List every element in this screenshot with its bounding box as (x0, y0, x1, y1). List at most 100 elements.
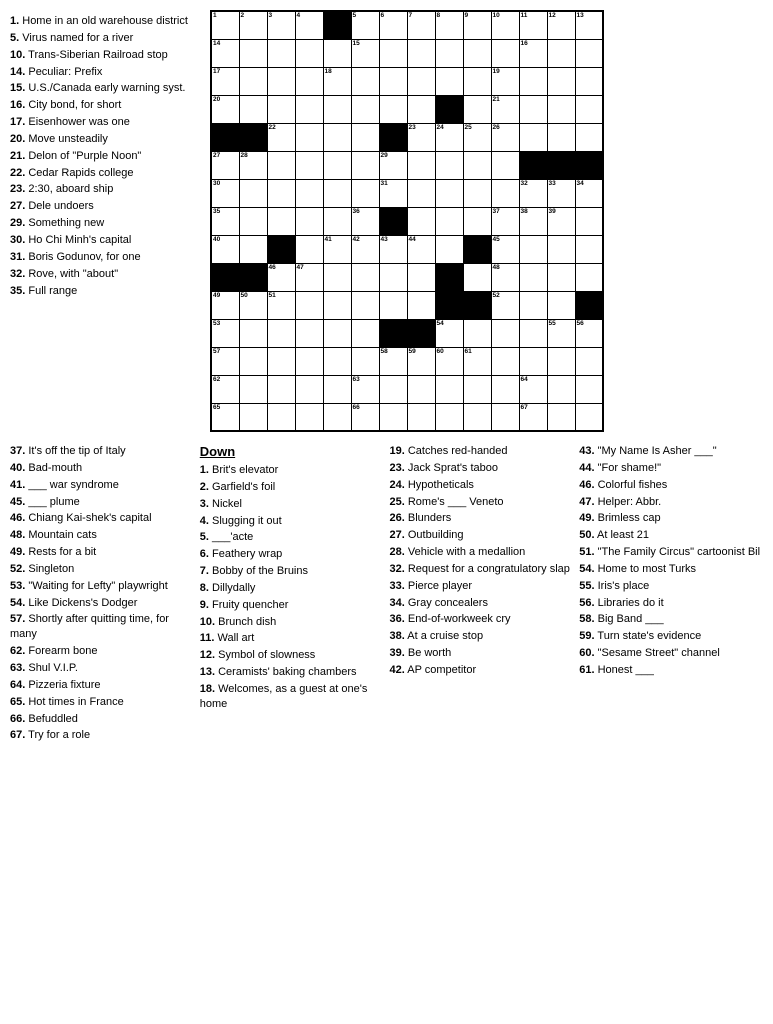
cell-14-7[interactable] (407, 403, 435, 431)
cell-2-5[interactable] (351, 67, 379, 95)
cell-3-10[interactable]: 21 (491, 95, 519, 123)
cell-10-9[interactable] (463, 291, 491, 319)
cell-9-0[interactable] (211, 263, 239, 291)
cell-1-5[interactable]: 15 (351, 39, 379, 67)
cell-8-10[interactable]: 45 (491, 235, 519, 263)
cell-4-4[interactable] (323, 123, 351, 151)
cell-9-9[interactable] (463, 263, 491, 291)
cell-12-12[interactable] (547, 347, 575, 375)
cell-11-2[interactable] (267, 319, 295, 347)
cell-4-3[interactable] (295, 123, 323, 151)
cell-6-11[interactable]: 32 (519, 179, 547, 207)
cell-12-9[interactable]: 61 (463, 347, 491, 375)
cell-2-8[interactable] (435, 67, 463, 95)
cell-8-4[interactable]: 41 (323, 235, 351, 263)
cell-8-6[interactable]: 43 (379, 235, 407, 263)
cell-0-4[interactable] (323, 11, 351, 39)
cell-7-8[interactable] (435, 207, 463, 235)
cell-1-9[interactable] (463, 39, 491, 67)
cell-14-3[interactable] (295, 403, 323, 431)
cell-9-5[interactable] (351, 263, 379, 291)
cell-8-7[interactable]: 44 (407, 235, 435, 263)
cell-13-10[interactable] (491, 375, 519, 403)
cell-0-11[interactable]: 11 (519, 11, 547, 39)
cell-3-7[interactable] (407, 95, 435, 123)
cell-10-13[interactable] (575, 291, 603, 319)
cell-5-4[interactable] (323, 151, 351, 179)
cell-11-10[interactable] (491, 319, 519, 347)
cell-5-10[interactable] (491, 151, 519, 179)
cell-3-11[interactable] (519, 95, 547, 123)
cell-7-2[interactable] (267, 207, 295, 235)
cell-12-7[interactable]: 59 (407, 347, 435, 375)
cell-4-1[interactable] (239, 123, 267, 151)
cell-1-10[interactable] (491, 39, 519, 67)
cell-3-3[interactable] (295, 95, 323, 123)
cell-7-12[interactable]: 39 (547, 207, 575, 235)
cell-4-7[interactable]: 23 (407, 123, 435, 151)
cell-10-4[interactable] (323, 291, 351, 319)
cell-1-8[interactable] (435, 39, 463, 67)
cell-5-5[interactable] (351, 151, 379, 179)
cell-5-2[interactable] (267, 151, 295, 179)
cell-13-1[interactable] (239, 375, 267, 403)
cell-11-6[interactable] (379, 319, 407, 347)
cell-1-3[interactable] (295, 39, 323, 67)
cell-6-7[interactable] (407, 179, 435, 207)
cell-10-10[interactable]: 52 (491, 291, 519, 319)
cell-0-10[interactable]: 10 (491, 11, 519, 39)
cell-6-0[interactable]: 30 (211, 179, 239, 207)
cell-0-2[interactable]: 3 (267, 11, 295, 39)
cell-2-0[interactable]: 17 (211, 67, 239, 95)
cell-0-9[interactable]: 9 (463, 11, 491, 39)
cell-7-11[interactable]: 38 (519, 207, 547, 235)
cell-13-6[interactable] (379, 375, 407, 403)
cell-12-2[interactable] (267, 347, 295, 375)
cell-3-13[interactable] (575, 95, 603, 123)
cell-13-0[interactable]: 62 (211, 375, 239, 403)
cell-9-4[interactable] (323, 263, 351, 291)
cell-14-6[interactable] (379, 403, 407, 431)
cell-3-1[interactable] (239, 95, 267, 123)
cell-1-0[interactable]: 14 (211, 39, 239, 67)
cell-6-2[interactable] (267, 179, 295, 207)
cell-12-3[interactable] (295, 347, 323, 375)
cell-7-1[interactable] (239, 207, 267, 235)
cell-2-13[interactable] (575, 67, 603, 95)
cell-9-10[interactable]: 48 (491, 263, 519, 291)
cell-1-7[interactable] (407, 39, 435, 67)
cell-13-4[interactable] (323, 375, 351, 403)
cell-11-4[interactable] (323, 319, 351, 347)
cell-3-9[interactable] (463, 95, 491, 123)
cell-5-0[interactable]: 27 (211, 151, 239, 179)
cell-13-12[interactable] (547, 375, 575, 403)
cell-0-7[interactable]: 7 (407, 11, 435, 39)
cell-1-1[interactable] (239, 39, 267, 67)
cell-10-7[interactable] (407, 291, 435, 319)
cell-10-6[interactable] (379, 291, 407, 319)
cell-9-8[interactable] (435, 263, 463, 291)
cell-7-13[interactable] (575, 207, 603, 235)
cell-1-11[interactable]: 16 (519, 39, 547, 67)
cell-7-9[interactable] (463, 207, 491, 235)
cell-14-5[interactable]: 66 (351, 403, 379, 431)
cell-6-5[interactable] (351, 179, 379, 207)
cell-8-9[interactable] (463, 235, 491, 263)
cell-2-11[interactable] (519, 67, 547, 95)
cell-0-8[interactable]: 8 (435, 11, 463, 39)
cell-3-2[interactable] (267, 95, 295, 123)
cell-11-8[interactable]: 54 (435, 319, 463, 347)
cell-5-6[interactable]: 29 (379, 151, 407, 179)
cell-5-12[interactable] (547, 151, 575, 179)
cell-14-8[interactable] (435, 403, 463, 431)
cell-8-13[interactable] (575, 235, 603, 263)
cell-4-10[interactable]: 26 (491, 123, 519, 151)
cell-3-5[interactable] (351, 95, 379, 123)
cell-6-6[interactable]: 31 (379, 179, 407, 207)
cell-8-8[interactable] (435, 235, 463, 263)
cell-2-10[interactable]: 19 (491, 67, 519, 95)
cell-1-4[interactable] (323, 39, 351, 67)
cell-12-10[interactable] (491, 347, 519, 375)
cell-12-5[interactable] (351, 347, 379, 375)
cell-4-0[interactable] (211, 123, 239, 151)
